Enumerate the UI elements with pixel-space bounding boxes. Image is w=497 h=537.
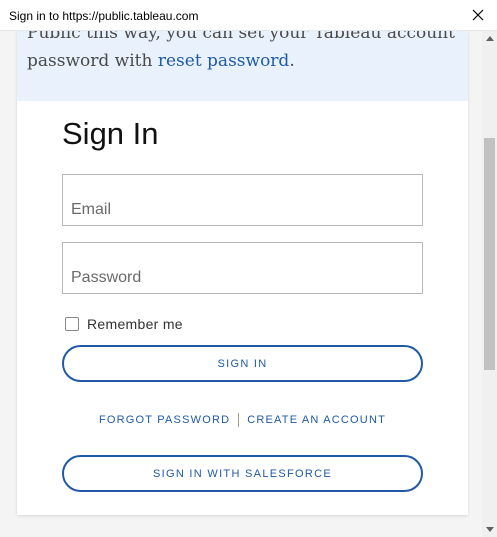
banner-period: . (289, 51, 295, 71)
link-divider (238, 413, 240, 427)
scrollbar-thumb[interactable] (484, 138, 495, 370)
remember-me-label: Remember me (87, 316, 183, 332)
chevron-up-icon (485, 36, 494, 41)
password-field[interactable] (63, 243, 422, 293)
close-button[interactable] (467, 4, 489, 26)
password-field-container (62, 242, 423, 294)
sign-in-button[interactable]: SIGN IN (62, 345, 423, 382)
window-title: Sign in to https://public.tableau.com (9, 9, 199, 23)
title-bar: Sign in to https://public.tableau.com (0, 0, 497, 31)
banner-line-2: password with reset password. (27, 51, 295, 71)
create-account-link[interactable]: CREATE AN ACCOUNT (247, 414, 386, 426)
account-links: FORGOT PASSWORD CREATE AN ACCOUNT (62, 411, 423, 429)
forgot-password-link[interactable]: FORGOT PASSWORD (99, 414, 230, 426)
remember-me-row: Remember me (65, 316, 183, 332)
scroll-up-button[interactable] (482, 31, 497, 46)
vertical-scrollbar[interactable] (482, 31, 497, 537)
sign-in-with-salesforce-button[interactable]: SIGN IN WITH SALESFORCE (62, 455, 423, 492)
banner-line-1: Public this way, you can set your Tablea… (27, 31, 455, 43)
email-field-container (62, 174, 423, 226)
dialog-content: Public this way, you can set your Tablea… (0, 31, 482, 537)
sign-in-panel: Public this way, you can set your Tablea… (17, 31, 468, 515)
page-title: Sign In (62, 116, 159, 151)
reset-password-link[interactable]: reset password (158, 51, 289, 71)
info-banner: Public this way, you can set your Tablea… (17, 31, 468, 101)
remember-me-checkbox[interactable] (65, 317, 79, 331)
chevron-down-icon (485, 527, 494, 532)
banner-text: password with (27, 51, 158, 71)
email-field[interactable] (63, 175, 422, 225)
scroll-down-button[interactable] (482, 522, 497, 537)
close-icon (472, 9, 484, 21)
